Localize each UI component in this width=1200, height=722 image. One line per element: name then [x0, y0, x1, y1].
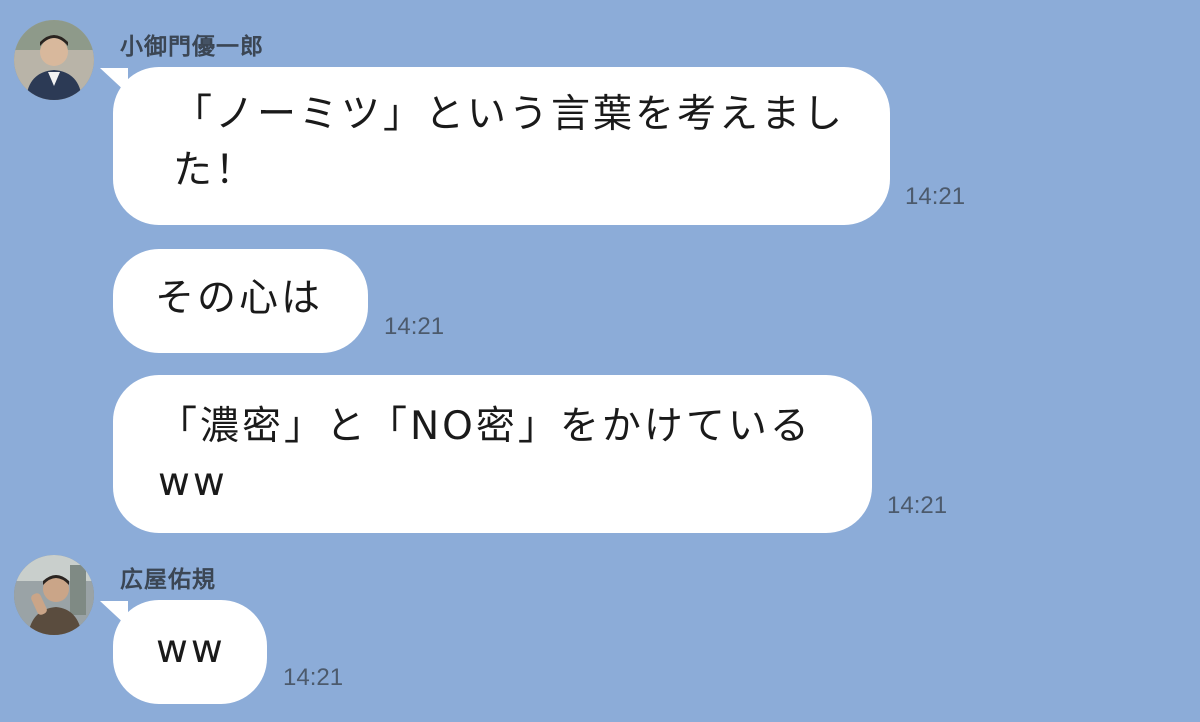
message-timestamp-4: 14:21 [283, 664, 344, 691]
sender-avatar-2[interactable] [14, 555, 94, 635]
sender-avatar-1[interactable] [14, 20, 94, 100]
message-text-line: た！ [173, 148, 258, 193]
message-bubble-3[interactable]: 「濃密」と「NO密」をかけている ww [113, 375, 872, 533]
message-text-line: ww [158, 460, 228, 505]
message-text-line: 「ノーミツ」という言葉を考えまし [173, 92, 846, 137]
message-bubble-4[interactable]: ww [113, 600, 267, 704]
message-bubble-1[interactable]: 「ノーミツ」という言葉を考えまし た！ [113, 67, 890, 225]
message-timestamp-3: 14:21 [887, 492, 948, 519]
user-avatar-icon [14, 20, 94, 100]
sender-name-2: 広屋佑規 [120, 567, 216, 593]
message-bubble-2[interactable]: その心は [113, 249, 368, 353]
message-text-line: ww [156, 627, 226, 672]
message-text-line: 「濃密」と「NO密」をかけている [158, 404, 812, 449]
message-timestamp-2: 14:21 [384, 313, 445, 340]
user-avatar-icon [14, 555, 94, 635]
message-timestamp-1: 14:21 [905, 183, 966, 210]
sender-name-1: 小御門優一郎 [120, 34, 264, 60]
message-text-line: その心は [155, 276, 324, 321]
